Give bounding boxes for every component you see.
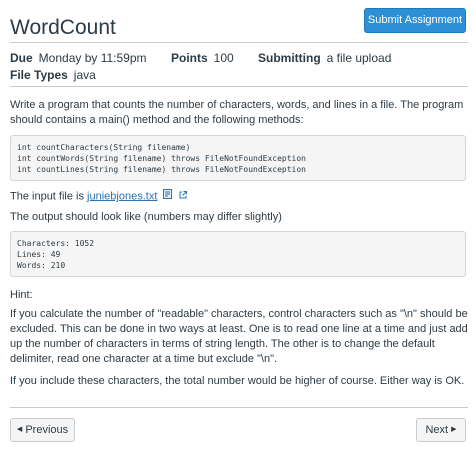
next-label: Next	[425, 424, 449, 436]
submitting-label: Submitting	[258, 51, 321, 65]
due-row: Due Monday by 11:59pm	[10, 50, 147, 67]
points-label: Points	[171, 51, 208, 65]
previous-label: Previous	[25, 424, 69, 436]
closing-text: If you include these characters, the tot…	[10, 375, 465, 387]
external-link-icon[interactable]	[179, 189, 187, 204]
previous-button[interactable]: ◀ Previous	[10, 418, 75, 442]
page-title: WordCount	[10, 16, 116, 39]
points-row: Points 100	[171, 50, 234, 67]
input-prefix: The input file is	[10, 190, 88, 203]
triangle-left-icon: ◀	[16, 426, 23, 434]
divider	[10, 86, 468, 87]
points-value: 100	[213, 51, 234, 65]
methods-code-block: int countCharacters(String filename) int…	[10, 135, 466, 181]
output-intro-text: The output should look like (numbers may…	[10, 211, 282, 223]
input-file-text: The input file is juniebjones.txt	[10, 189, 468, 204]
input-file-link[interactable]: juniebjones.txt	[87, 190, 157, 202]
submitting-value: a file upload	[326, 51, 392, 65]
due-label: Due	[10, 51, 33, 65]
triangle-right-icon: ▶	[451, 426, 457, 434]
divider	[10, 42, 468, 43]
file-types-row: File Types java	[10, 67, 96, 84]
code-line: int countLines(String filename) throws F…	[17, 165, 306, 174]
file-types-value: java	[73, 68, 96, 82]
due-value: Monday by 11:59pm	[38, 51, 147, 65]
output-code-block: Characters: 1052 Lines: 49 Words: 210	[10, 231, 466, 277]
submit-assignment-button[interactable]: Submit Assignment	[364, 8, 466, 33]
divider	[10, 407, 468, 408]
hint-label: Hint:	[10, 289, 33, 301]
code-line: Characters: 1052	[17, 239, 95, 248]
code-line: Words: 210	[17, 261, 66, 270]
document-preview-icon[interactable]	[163, 189, 173, 204]
code-line: int countWords(String filename) throws F…	[17, 154, 306, 163]
intro-text: Write a program that counts the number o…	[10, 99, 464, 126]
code-line: Lines: 49	[17, 250, 61, 259]
submitting-row: Submitting a file upload	[258, 50, 391, 67]
hint-text: If you calculate the number of "readable…	[10, 308, 468, 365]
file-types-label: File Types	[10, 68, 68, 82]
next-button[interactable]: Next ▶	[416, 418, 466, 442]
code-line: int countCharacters(String filename)	[17, 143, 191, 152]
